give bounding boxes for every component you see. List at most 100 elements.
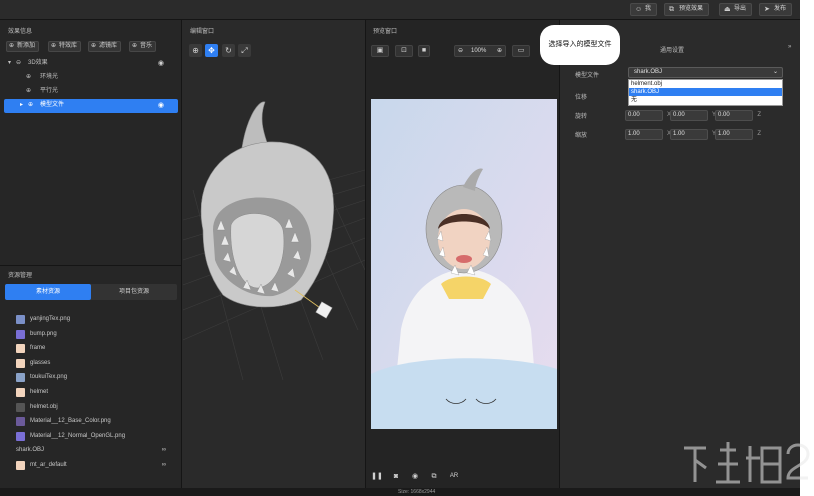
move-tool-button[interactable]: ✥ — [205, 44, 218, 57]
model-icon: ⊕ — [28, 102, 34, 108]
tree-item-model-file[interactable]: ▸ ⊕ 模型文件 ◉ — [4, 99, 178, 113]
cube-icon: ⊖ — [16, 60, 22, 66]
file-name: yanjingTex.png — [30, 316, 71, 322]
model-file-label: 模型文件 — [575, 73, 600, 79]
rotation-x-input[interactable]: 0.00 X — [625, 110, 671, 121]
zoom-control[interactable]: ⊖ 100% ⊕ — [454, 45, 506, 57]
link-icon[interactable]: ∞ — [162, 443, 166, 457]
frame-tool-button[interactable]: ⊡ — [395, 45, 413, 57]
scale-x-input[interactable]: 1.00 X — [625, 129, 671, 140]
screen-icon: ▭ — [517, 47, 525, 54]
user-button[interactable]: ☺ 我 — [630, 3, 658, 16]
screenshot-button[interactable]: ◙ — [390, 471, 402, 482]
resource-tabs: 素材资源 项目包资源 — [5, 284, 177, 300]
editor-panel-title: 编辑窗口 — [190, 29, 215, 35]
preview-image — [371, 99, 557, 429]
plus-icon: ⊕ — [132, 43, 138, 49]
pause-button[interactable]: ❚❚ — [371, 471, 383, 482]
right-edge — [800, 0, 814, 496]
tab-material-resources[interactable]: 素材资源 — [5, 284, 91, 300]
tree-item-ambient-light[interactable]: ⊕ 环境光 — [4, 71, 178, 84]
model-file-select[interactable]: shark.OBJ ⌄ — [628, 67, 783, 78]
camera-icon: ◙ — [393, 473, 399, 480]
file-list-item[interactable]: bump.png — [16, 327, 176, 341]
3d-viewport[interactable] — [183, 60, 365, 480]
move-icon: ✥ — [208, 46, 215, 55]
eye-icon[interactable]: ◉ — [158, 99, 164, 112]
file-list-item[interactable]: helmet — [16, 385, 176, 399]
file-list-item[interactable]: shark.OBJ ∞ — [16, 443, 176, 457]
export-icon: ⏏ — [724, 6, 731, 13]
eye-icon[interactable]: ◉ — [158, 57, 164, 70]
rotation-y-input[interactable]: 0.00 Y — [670, 110, 716, 121]
file-name: helmet — [30, 389, 49, 395]
file-list-item[interactable]: helmet.obj — [16, 400, 176, 414]
file-name: Material__12_Normal_OpenGL.png — [30, 432, 126, 439]
send-icon: ➤ — [764, 6, 770, 13]
scale-y-input[interactable]: 1.00 Y — [670, 129, 716, 140]
gallery-button[interactable]: ⧉ — [428, 471, 440, 482]
preview-panel-title: 预览窗口 — [373, 29, 398, 35]
camera-tool-button[interactable]: ■ — [418, 45, 430, 57]
add-new-button[interactable]: ⊕ 新添加 — [6, 41, 40, 52]
effect-library-button[interactable]: ⊕ 特效库 — [48, 41, 82, 52]
zoom-level: 100% — [471, 48, 487, 54]
file-thumbnail — [16, 329, 25, 339]
dropdown-option[interactable]: helment.obj — [629, 80, 782, 88]
scale-z-input[interactable]: 1.00 Z — [715, 129, 761, 140]
music-button[interactable]: ⊕ 音乐 — [129, 41, 157, 52]
collapse-icon[interactable]: » — [788, 44, 791, 50]
file-list-item[interactable]: glasses — [16, 356, 176, 370]
file-list-item[interactable]: yanjingTex.png — [16, 312, 176, 326]
plus-icon: ⊕ — [91, 43, 97, 49]
link-icon: ⧉ — [669, 6, 674, 13]
scale-icon: ⤢ — [241, 46, 248, 55]
dropdown-option[interactable]: 无 — [629, 96, 782, 104]
model-file-dropdown: helment.obj shark.OBJ 无 — [628, 79, 783, 106]
file-list-item[interactable]: Material__12_Base_Color.png — [16, 414, 176, 428]
rotate-tool-button[interactable]: ↻ — [222, 44, 235, 57]
screen-tool-button[interactable]: ▭ — [512, 45, 530, 57]
tree-item-3d-effect[interactable]: ▾ ⊖ 3D效果 ◉ — [4, 57, 178, 70]
file-thumbnail — [16, 402, 25, 412]
image-tool-button[interactable]: ▣ — [371, 45, 389, 57]
file-list-item[interactable]: frame — [16, 341, 176, 355]
file-thumbnail — [16, 373, 25, 383]
file-thumbnail — [16, 388, 25, 397]
zoom-in-icon[interactable]: ⊕ — [497, 46, 502, 56]
image-size-status: Size: 1668x2944 — [398, 489, 436, 495]
file-name: Material__12_Base_Color.png — [30, 418, 111, 425]
export-button[interactable]: ⏏ 导出 — [719, 3, 753, 16]
frame-icon: ⊡ — [401, 47, 407, 54]
resources-panel-title: 资源管理 — [8, 273, 33, 279]
filter-library-button[interactable]: ⊕ 滤镜库 — [88, 41, 122, 52]
top-toolbar: ☺ 我 ⧉ 预览效果 ⏏ 导出 ➤ 发布 — [0, 0, 800, 20]
scale-tool-button[interactable]: ⤢ — [238, 44, 251, 57]
file-name: helmet.obj — [30, 403, 58, 410]
video-camera-icon: ■ — [421, 47, 427, 54]
tab-project-resources[interactable]: 项目包资源 — [91, 284, 177, 300]
tree-item-directional-light[interactable]: ⊕ 平行光 — [4, 85, 178, 98]
image-icon: ▣ — [376, 47, 384, 54]
user-icon: ☺ — [635, 6, 643, 13]
file-list-item[interactable]: toukuiTex.png — [16, 370, 176, 384]
zoom-out-icon[interactable]: ⊖ — [458, 46, 463, 56]
preview-effect-button[interactable]: ⧉ 预览效果 — [664, 3, 710, 16]
file-thumbnail — [16, 344, 25, 354]
file-thumbnail — [16, 461, 25, 470]
chevron-right-icon: ▸ — [20, 102, 24, 108]
light-icon: ⊕ — [26, 88, 32, 94]
file-name: toukuiTex.png — [30, 374, 68, 381]
effects-panel-title: 效果信息 — [8, 29, 33, 35]
record-button[interactable]: ◉ — [409, 471, 421, 482]
ar-button[interactable]: AR — [447, 471, 461, 482]
rotation-label: 旋转 — [575, 114, 588, 120]
publish-button[interactable]: ➤ 发布 — [759, 3, 793, 16]
link-icon[interactable]: ∞ — [162, 458, 166, 472]
file-list-item[interactable]: mt_ar_default ∞ — [16, 458, 176, 472]
add-tool-button[interactable]: ⊕ — [189, 44, 202, 57]
file-list-item[interactable]: Material__12_Normal_OpenGL.png — [16, 429, 176, 443]
position-label: 位移 — [575, 95, 588, 101]
rotation-z-input[interactable]: 0.00 Z — [715, 110, 761, 121]
dropdown-option-selected[interactable]: shark.OBJ — [629, 88, 782, 96]
